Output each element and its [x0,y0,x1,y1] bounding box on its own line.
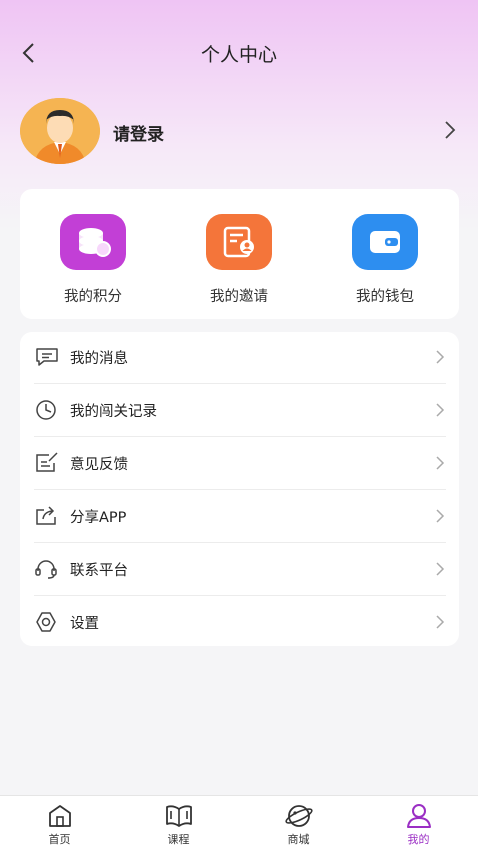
tab-courses[interactable]: 课程 [119,796,238,850]
menu-item-records[interactable]: 我的闯关记录 [34,385,446,437]
menu-item-label: 我的闯关记录 [70,404,157,420]
chevron-right-icon [434,455,446,471]
book-icon [165,803,193,829]
message-icon [34,346,60,368]
menu-item-settings[interactable]: 设置 [34,597,446,649]
login-label: 请登录 [113,125,164,145]
menu-item-label: 我的消息 [70,351,128,367]
quick-action-wallet[interactable]: 我的钱包 [312,189,458,319]
wallet-icon [352,214,418,270]
quick-actions-card: 我的积分 我的邀请 我的钱包 [20,189,459,319]
menu-item-label: 分享APP [70,510,127,526]
tab-label: 商城 [287,833,310,846]
tab-home[interactable]: 首页 [0,796,119,850]
quick-action-invite[interactable]: 我的邀请 [166,189,312,319]
planet-icon [285,803,313,829]
quick-action-label: 我的邀请 [210,289,268,305]
menu-item-messages[interactable]: 我的消息 [34,332,446,384]
tab-label: 我的 [407,833,430,846]
menu-item-share[interactable]: 分享APP [34,491,446,543]
bottom-tab-bar: 首页 课程 商城 我的 [0,795,478,850]
gear-icon [34,611,60,633]
tab-mine[interactable]: 我的 [359,796,478,850]
quick-action-label: 我的钱包 [356,289,414,305]
tab-label: 首页 [48,833,71,846]
header: 个人中心 [0,0,478,108]
menu-list: 我的消息 我的闯关记录 意见反馈 分享APP 联系平台 设置 [20,332,459,646]
profile-row[interactable]: 请登录 [20,98,466,168]
coins-icon [60,214,126,270]
clock-icon [34,399,60,421]
home-icon [46,803,74,829]
menu-item-feedback[interactable]: 意见反馈 [34,438,446,490]
menu-item-label: 联系平台 [70,563,128,579]
chevron-right-icon [434,614,446,630]
invite-icon [206,214,272,270]
chevron-right-icon [434,561,446,577]
user-icon [405,803,433,829]
quick-action-points[interactable]: 我的积分 [20,189,166,319]
menu-item-contact[interactable]: 联系平台 [34,544,446,596]
headset-icon [34,558,60,580]
tab-mall[interactable]: 商城 [239,796,358,850]
chevron-right-icon [434,349,446,365]
page-title: 个人中心 [200,44,277,66]
feedback-icon [34,452,60,474]
chevron-right-icon [442,120,458,140]
avatar [20,98,100,164]
menu-item-label: 设置 [70,616,99,632]
quick-action-label: 我的积分 [64,289,122,305]
share-icon [34,505,60,527]
tab-label: 课程 [167,833,190,846]
chevron-right-icon [434,508,446,524]
menu-item-label: 意见反馈 [70,457,128,473]
chevron-right-icon [434,402,446,418]
